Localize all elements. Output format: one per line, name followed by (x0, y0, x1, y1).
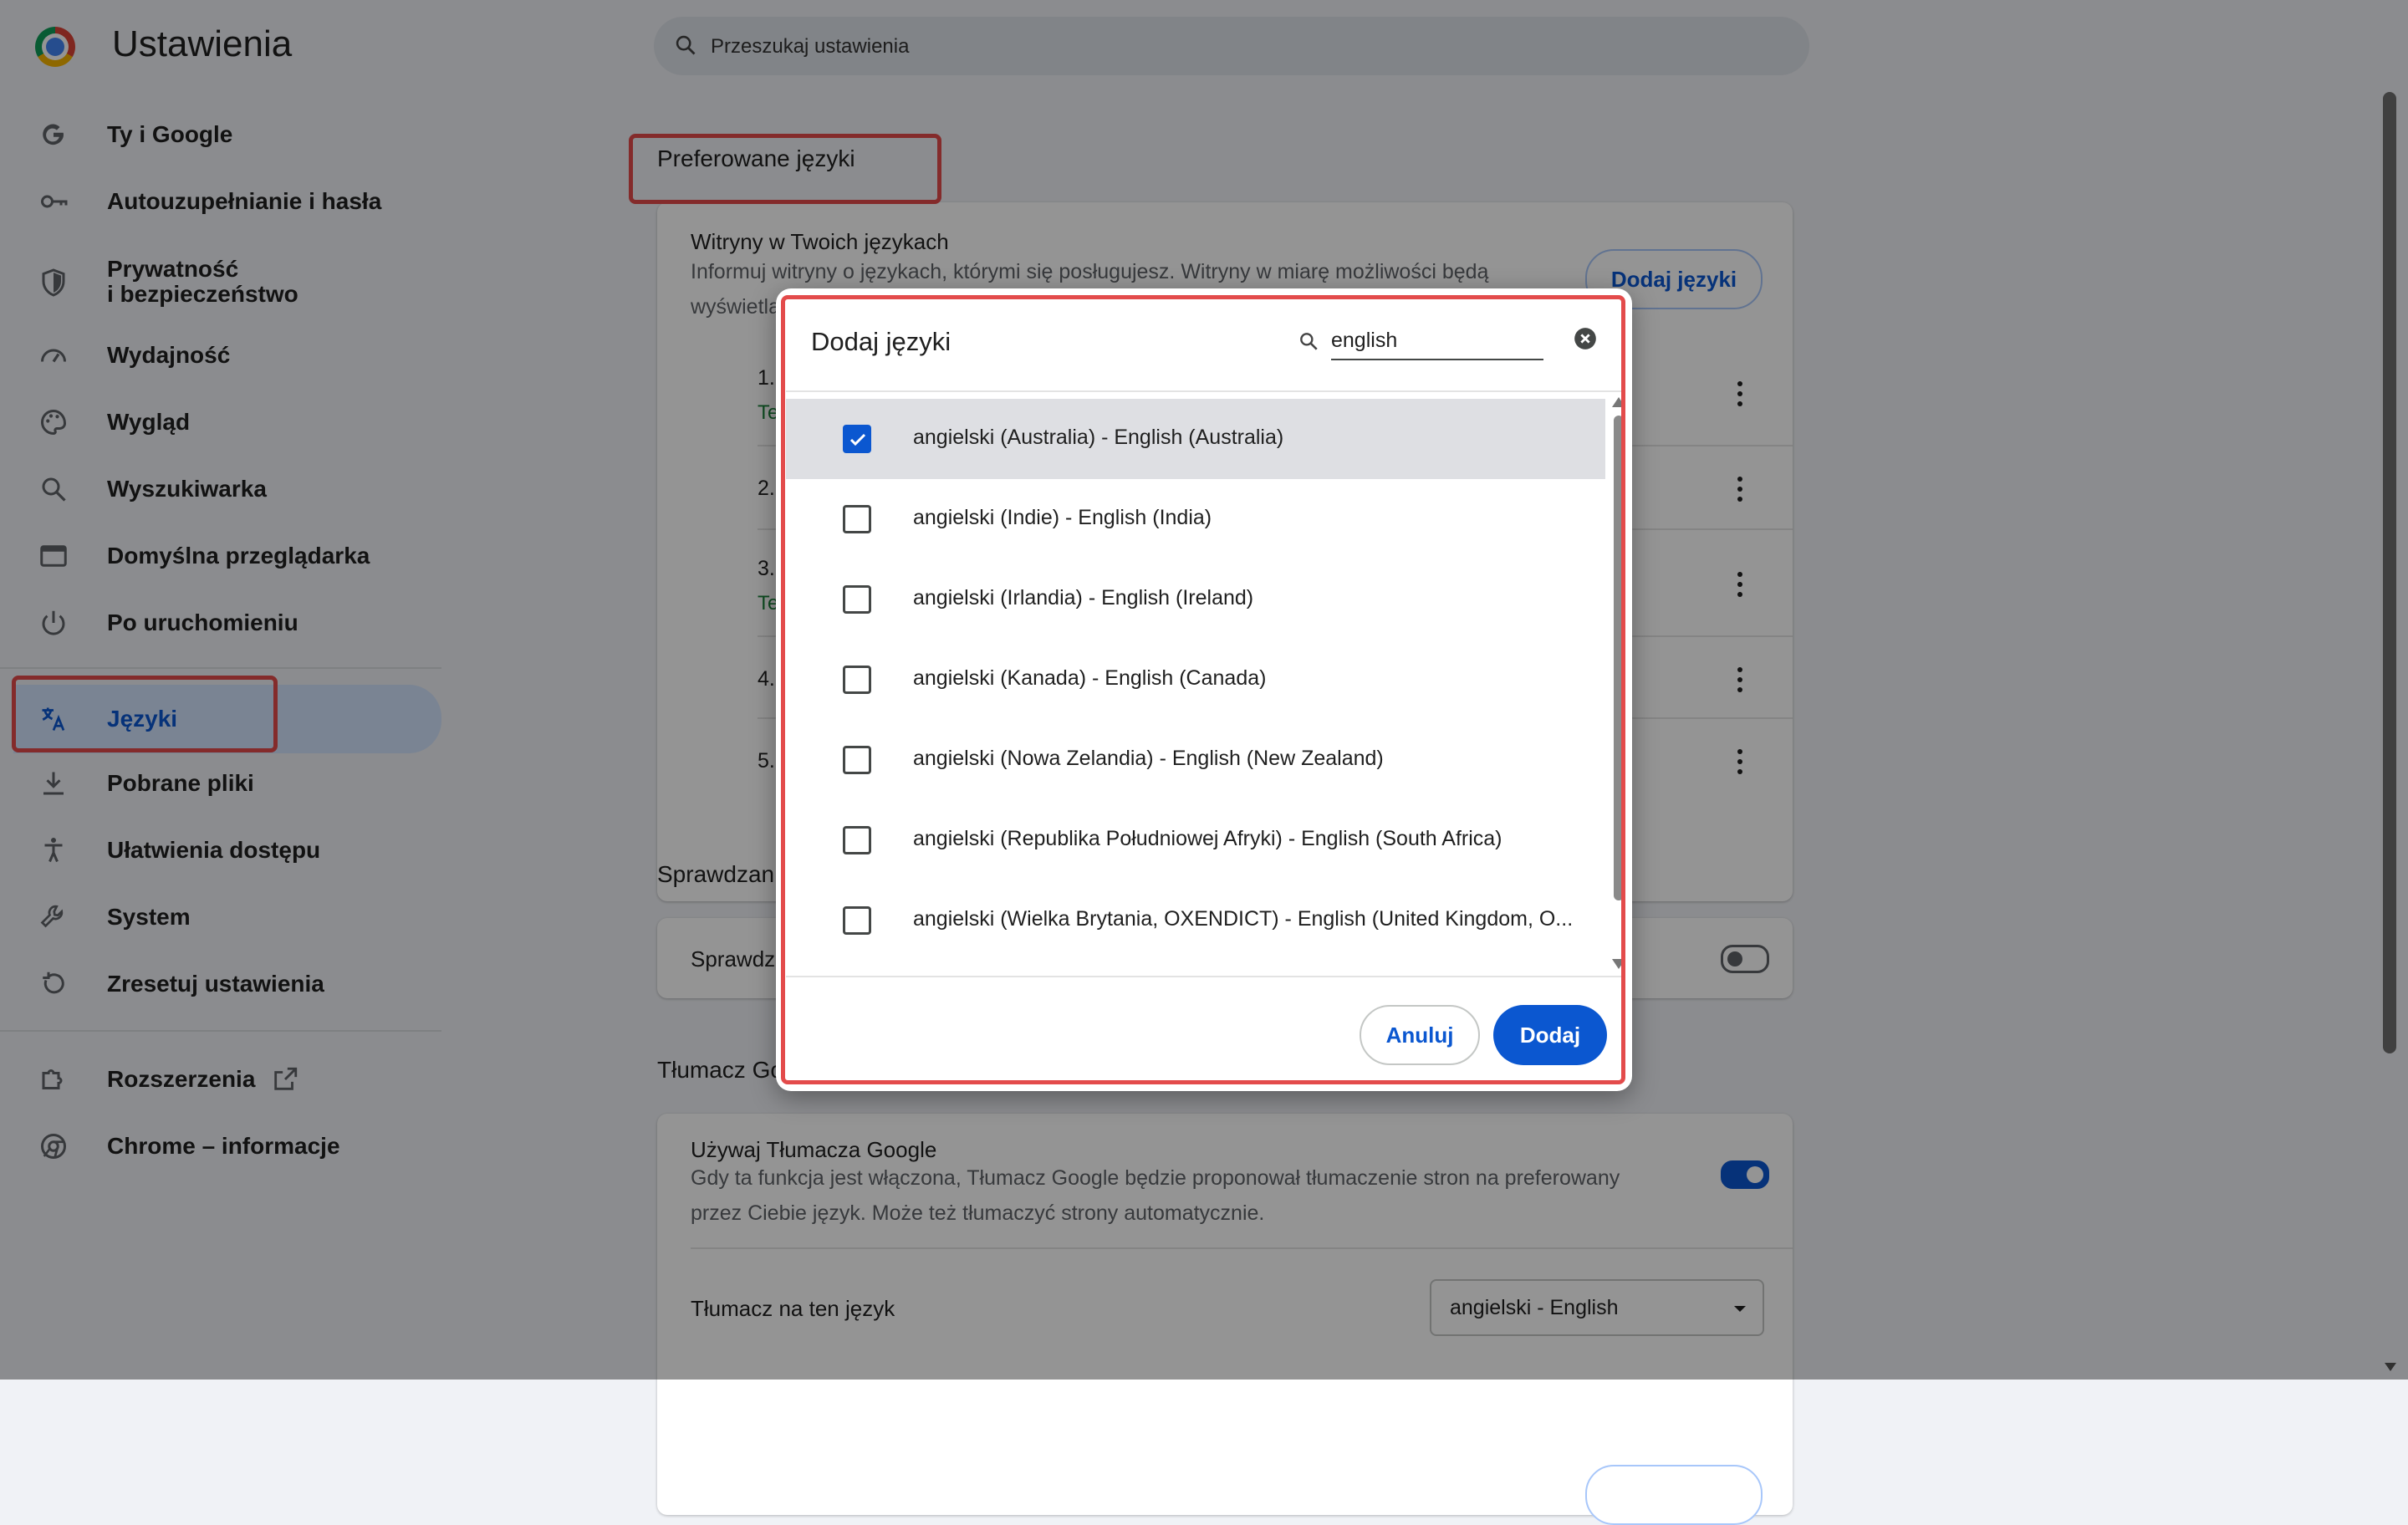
highlight-dialog (781, 295, 1625, 1084)
add-languages-button-2[interactable] (1585, 1465, 1763, 1525)
add-languages-dialog: Dodaj języki angielski (Australia) - Eng… (776, 288, 1632, 1091)
